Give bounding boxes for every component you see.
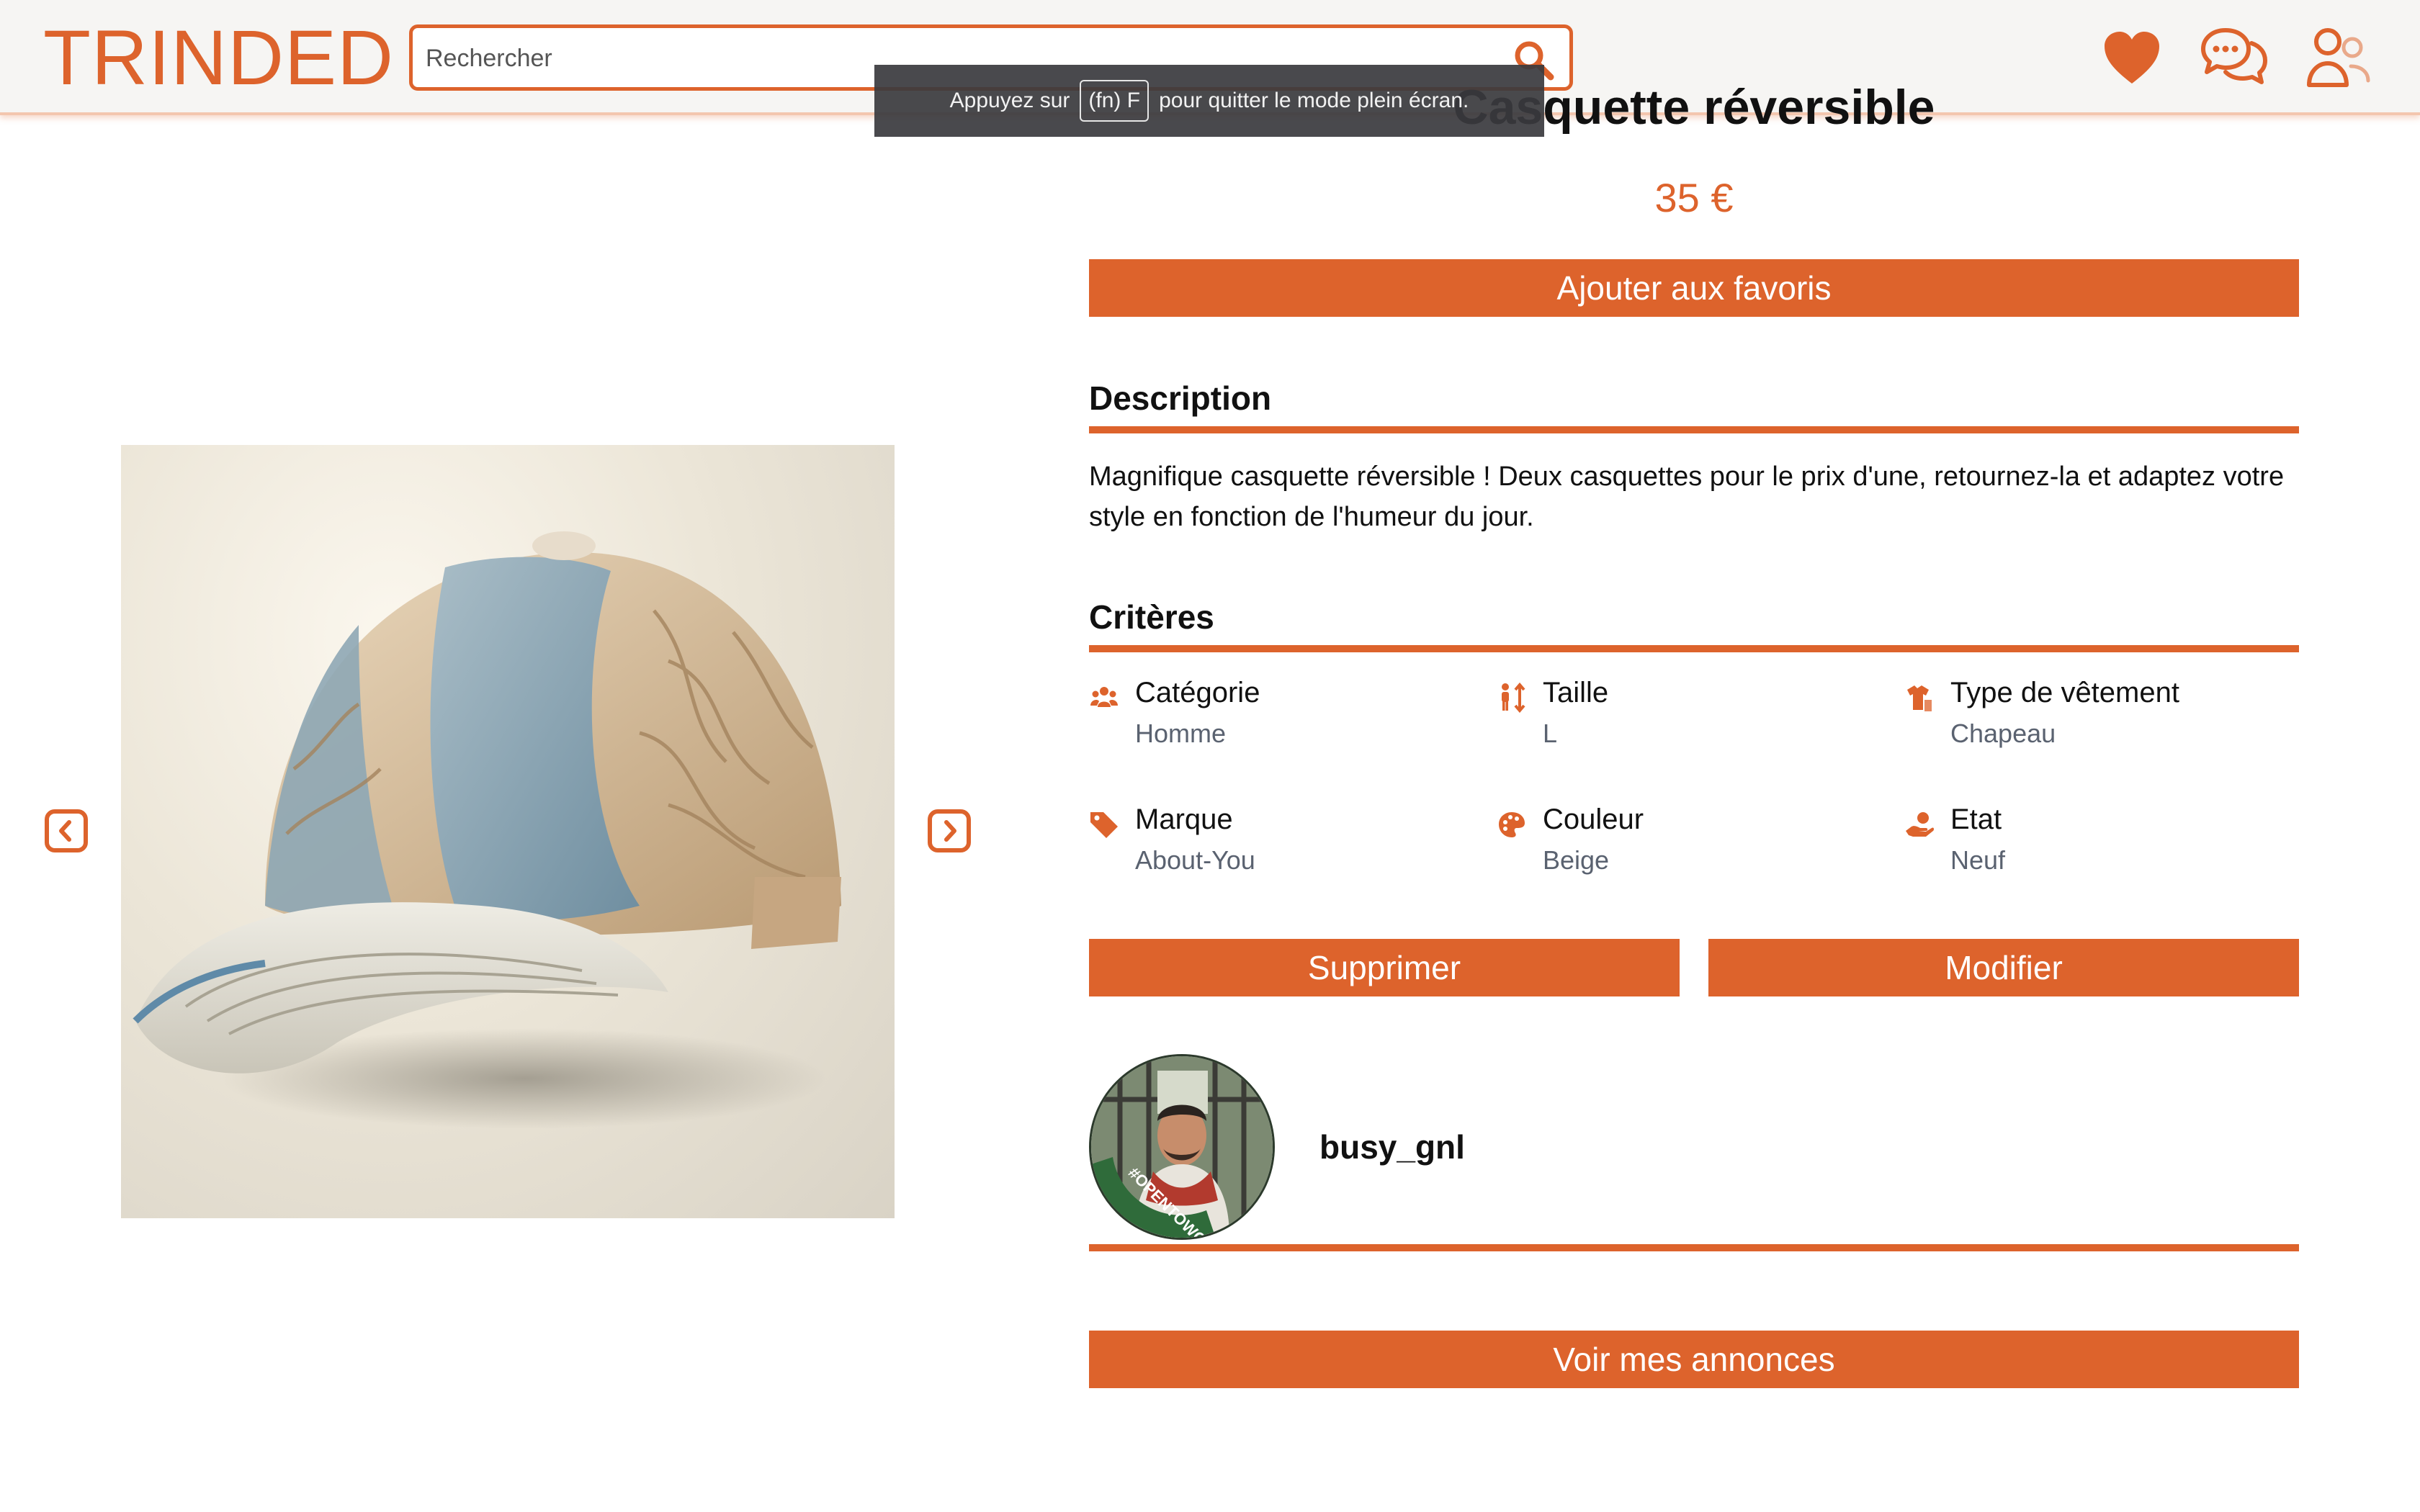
criterion-category: Catégorie Homme (1089, 677, 1449, 763)
criteria-divider (1089, 645, 2299, 652)
criterion-condition: Etat Neuf (1904, 804, 2264, 890)
criterion-clothing-type: Type de vêtement Chapeau (1904, 677, 2264, 763)
tooltip-text-after: pour quitter le mode plein écran. (1159, 89, 1469, 112)
palette-icon (1499, 812, 1525, 837)
carousel-prev-button[interactable] (45, 809, 88, 852)
avatar-photo: #OPENTOWORK (1091, 1056, 1273, 1238)
shirt-icon (1907, 685, 1932, 711)
view-listings-button[interactable]: Voir mes annonces (1089, 1331, 2299, 1388)
criteria-heading: Critères (1089, 598, 1214, 636)
hand-icon (1906, 812, 1935, 837)
carousel-next-button[interactable] (928, 809, 971, 852)
criterion-label: Marque (1135, 804, 1233, 835)
criterion-label: Etat (1950, 804, 2002, 835)
description-divider (1089, 426, 2299, 433)
account-button[interactable] (2305, 24, 2371, 91)
seller-divider (1089, 1244, 2299, 1251)
logo[interactable]: TRINDED (43, 14, 394, 101)
criterion-label: Taille (1543, 677, 1609, 708)
criterion-value: Homme (1135, 719, 1227, 748)
fullscreen-tooltip: Appuyez sur (fn) F pour quitter le mode … (874, 65, 1544, 137)
description-heading: Description (1089, 379, 1272, 417)
edit-button[interactable]: Modifier (1708, 939, 2299, 996)
description-text: Magnifique casquette réversible ! Deux c… (1089, 462, 2285, 532)
criterion-value: Beige (1543, 845, 1610, 875)
tag-icon (1090, 812, 1118, 838)
cap-illustration (133, 531, 841, 1129)
seller-avatar[interactable]: #OPENTOWORK (1089, 1054, 1275, 1240)
user-icon (2307, 28, 2370, 87)
tooltip-key: (fn) F (1080, 80, 1150, 122)
criterion-value: Neuf (1950, 845, 2006, 875)
criterion-size: Taille L (1497, 677, 1857, 763)
criterion-brand: Marque About-You (1089, 804, 1449, 890)
criterion-label: Type de vêtement (1950, 677, 2179, 708)
add-to-favorites-button[interactable]: Ajouter aux favoris (1089, 259, 2299, 317)
product-image (121, 445, 895, 1218)
tooltip-text-before: Appuyez sur (949, 89, 1070, 112)
chevron-right-icon (944, 820, 956, 842)
criterion-label: Couleur (1543, 804, 1644, 835)
criterion-color: Couleur Beige (1497, 804, 1857, 890)
chevron-left-icon (59, 820, 71, 842)
size-icon (1502, 683, 1525, 713)
criterion-label: Catégorie (1135, 677, 1260, 708)
people-icon (1090, 687, 1118, 707)
criterion-value: L (1543, 719, 1558, 748)
product-price: 35 € (1654, 175, 1734, 220)
criterion-value: About-You (1135, 845, 1255, 875)
seller-username[interactable]: busy_gnl (1319, 1128, 1465, 1166)
delete-button[interactable]: Supprimer (1089, 939, 1680, 996)
criterion-value: Chapeau (1950, 719, 2056, 748)
